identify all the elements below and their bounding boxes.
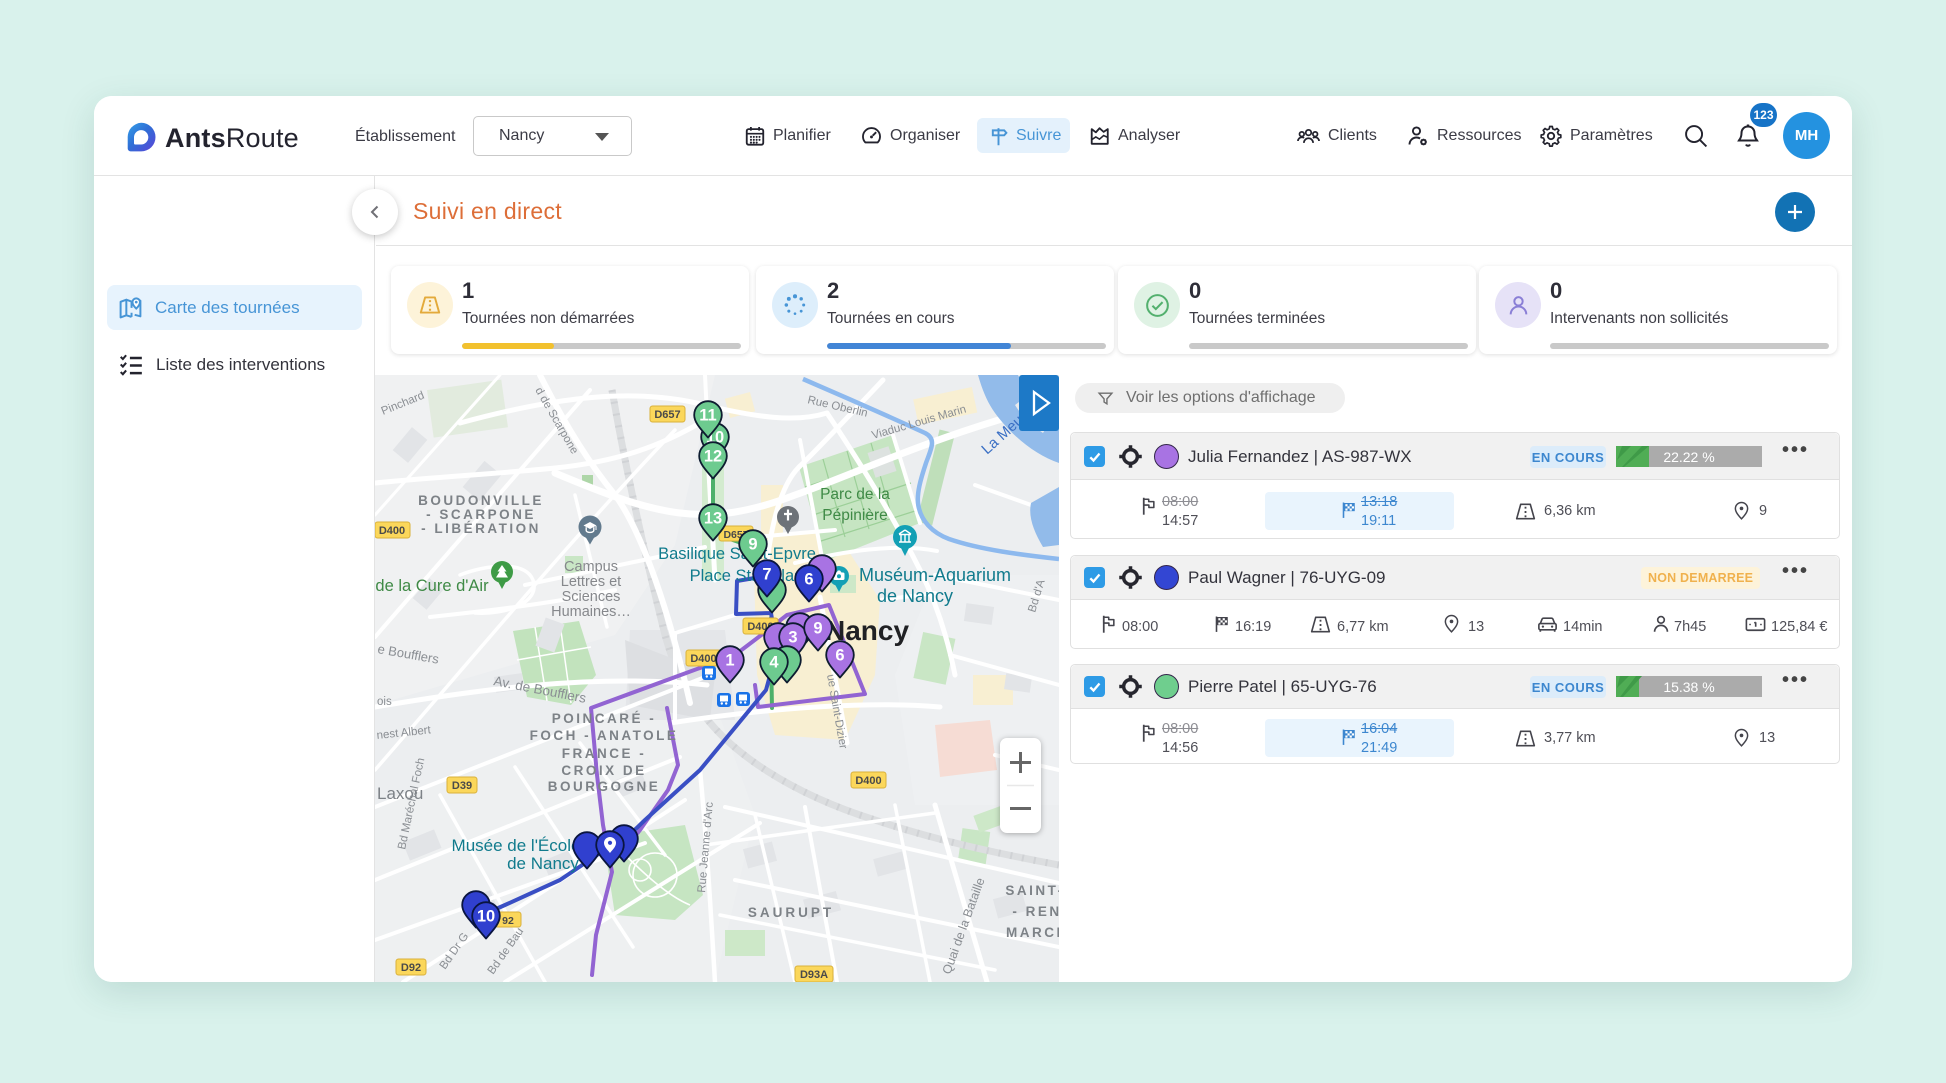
svg-text:6: 6 — [804, 571, 813, 589]
svg-text:Humaines…: Humaines… — [551, 604, 631, 620]
svg-text:POINCARÉ -: POINCARÉ - — [552, 711, 657, 726]
svg-text:Basilique Saint-Epvre: Basilique Saint-Epvre — [658, 545, 816, 563]
svg-text:D400: D400 — [855, 775, 881, 787]
svg-text:6: 6 — [835, 647, 844, 665]
svg-text:D657: D657 — [654, 409, 680, 421]
svg-text:92: 92 — [502, 915, 514, 927]
svg-text:D400: D400 — [379, 525, 405, 537]
svg-text:11: 11 — [699, 407, 716, 425]
svg-text:9: 9 — [748, 536, 757, 554]
svg-text:SAURUPT: SAURUPT — [748, 905, 834, 920]
svg-text:Place Stanislas: Place Stanislas — [690, 567, 803, 585]
svg-text:Sciences: Sciences — [562, 589, 621, 605]
svg-text:9: 9 — [813, 620, 822, 638]
svg-text:Musée de l'École: Musée de l'École — [452, 836, 581, 855]
svg-text:- REN: - REN — [1012, 904, 1059, 919]
svg-text:BOURGOGNE: BOURGOGNE — [548, 779, 661, 794]
svg-text:4: 4 — [769, 654, 779, 672]
svg-text:Pépinière: Pépinière — [822, 507, 888, 524]
svg-text:- SCARPONE: - SCARPONE — [426, 507, 536, 522]
svg-text:10: 10 — [477, 908, 495, 926]
svg-text:CROIX DE: CROIX DE — [561, 763, 646, 778]
svg-text:Campus: Campus — [564, 559, 618, 575]
svg-text:MARCE: MARCE — [1006, 925, 1059, 940]
svg-text:Lettres et: Lettres et — [561, 574, 621, 590]
svg-text:de la Cure d'Air: de la Cure d'Air — [375, 577, 489, 595]
svg-text:D39: D39 — [452, 780, 472, 792]
svg-text:FRANCE -: FRANCE - — [562, 746, 647, 761]
svg-text:3: 3 — [788, 629, 797, 647]
svg-text:D92: D92 — [401, 962, 421, 974]
svg-text:7: 7 — [762, 566, 771, 584]
svg-text:D400: D400 — [690, 653, 716, 665]
svg-text:Muséum-Aquarium: Muséum-Aquarium — [859, 565, 1011, 585]
svg-text:12: 12 — [704, 448, 722, 466]
svg-text:13: 13 — [704, 510, 722, 528]
svg-text:Parc de la: Parc de la — [820, 486, 890, 503]
svg-text:- LIBÉRATION: - LIBÉRATION — [421, 521, 541, 536]
svg-text:BOUDONVILLE: BOUDONVILLE — [418, 493, 544, 508]
svg-text:D93A: D93A — [800, 969, 828, 981]
svg-text:SAINT-: SAINT- — [1005, 883, 1059, 898]
svg-text:1: 1 — [725, 652, 734, 670]
svg-text:de Nancy: de Nancy — [877, 586, 953, 606]
svg-text:de Nancy: de Nancy — [507, 854, 579, 873]
svg-text:ois: ois — [377, 696, 392, 708]
svg-text:FOCH - ANATOLE: FOCH - ANATOLE — [530, 728, 679, 743]
